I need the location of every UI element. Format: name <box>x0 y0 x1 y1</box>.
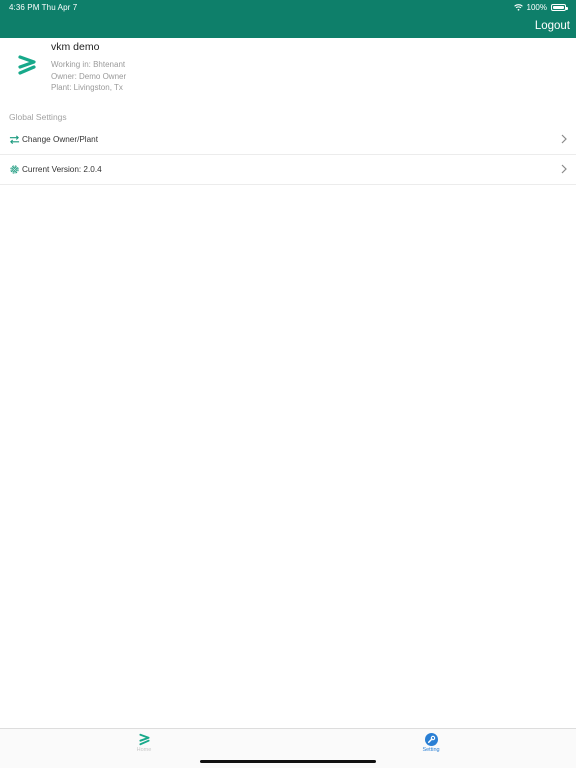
profile-card: vkm demo Working in: Bhtenant Owner: Dem… <box>0 38 576 98</box>
battery-icon <box>551 3 568 11</box>
current-version-row[interactable]: Current Version: 2.0.4 <box>0 155 576 185</box>
change-owner-plant-label: Change Owner/Plant <box>22 135 99 144</box>
change-owner-plant-row[interactable]: Change Owner/Plant <box>0 125 576 155</box>
wrench-icon <box>425 733 438 746</box>
user-name: vkm demo <box>51 41 100 53</box>
tab-home-label: Home <box>136 747 152 753</box>
home-indicator <box>200 760 376 763</box>
working-in-text: Working in: Bhtenant <box>51 60 126 69</box>
battery-percent: 100% <box>526 2 547 12</box>
chevron-right-icon <box>561 164 567 174</box>
tab-setting-label: Setting <box>422 747 440 753</box>
brand-logo-icon <box>18 55 36 75</box>
top-app-bar: 4:36 PM Thu Apr 7 100% Logout <box>0 0 576 38</box>
status-indicators: 100% <box>513 2 568 12</box>
section-title: Global Settings <box>9 112 67 122</box>
owner-text: Owner: Demo Owner <box>51 72 127 81</box>
tab-setting[interactable]: Setting <box>411 732 451 756</box>
wifi-icon <box>513 3 523 11</box>
logout-button[interactable]: Logout <box>535 20 570 32</box>
swap-arrows-icon <box>9 135 20 145</box>
tab-home[interactable]: Home <box>124 732 164 756</box>
status-time: 4:36 PM Thu Apr 7 <box>9 3 78 12</box>
gear-icon <box>10 165 19 174</box>
plant-text: Plant: Livingston, Tx <box>51 83 123 92</box>
chevron-right-icon <box>561 134 567 144</box>
current-version-label: Current Version: 2.0.4 <box>22 165 102 174</box>
brand-logo-icon <box>139 733 150 746</box>
